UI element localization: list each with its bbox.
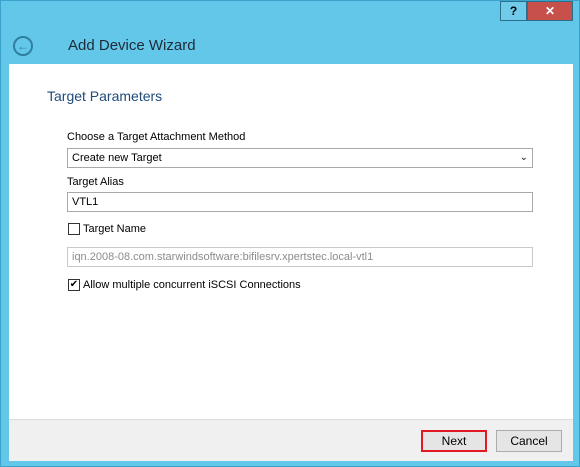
attachment-method-label: Choose a Target Attachment Method [67,131,246,143]
help-icon: ? [509,4,518,18]
target-name-checkbox[interactable] [68,223,80,235]
multiple-connections-checkbox[interactable]: ✔ [68,279,80,291]
back-arrow-icon: ← [17,39,29,53]
close-icon: ✕ [544,4,556,18]
checkmark-icon: ✔ [69,279,79,290]
wizard-footer: Next Cancel [9,419,573,461]
wizard-window: ? ✕ ← Add Device Wizard Target Parameter… [0,0,580,467]
close-button[interactable]: ✕ [527,1,573,21]
target-alias-input[interactable]: VTL1 [67,192,533,212]
target-name-input[interactable]: iqn.2008-08.com.starwindsoftware:bifiles… [67,247,533,267]
target-alias-label: Target Alias [67,176,124,188]
chevron-down-icon: ⌄ [519,152,528,163]
back-button[interactable]: ← [13,36,33,56]
section-title: Target Parameters [47,88,163,104]
attachment-method-value: Create new Target [72,152,162,164]
wizard-title: Add Device Wizard [68,37,196,54]
help-button[interactable]: ? [500,1,527,21]
wizard-content: Target Parameters Choose a Target Attach… [9,64,573,419]
attachment-method-select[interactable]: Create new Target ⌄ [67,148,533,168]
target-name-label: Target Name [83,223,146,235]
multiple-connections-label: Allow multiple concurrent iSCSI Connecti… [83,279,301,291]
cancel-button[interactable]: Cancel [496,430,562,452]
next-button[interactable]: Next [421,430,487,452]
